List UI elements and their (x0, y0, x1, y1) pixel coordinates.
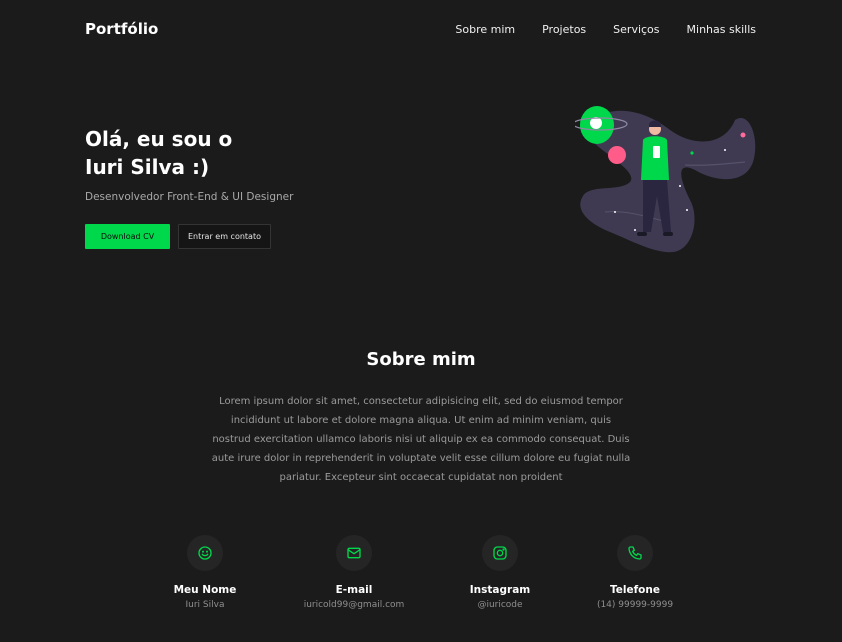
smile-icon (187, 535, 223, 571)
site-header: Portfólio Sobre mim Projetos Serviços Mi… (0, 0, 842, 60)
site-logo[interactable]: Portfólio (85, 20, 158, 38)
contact-name: Meu Nome Iuri Silva (135, 535, 275, 610)
about-text: Lorem ipsum dolor sit amet, consectetur … (211, 396, 631, 483)
contact-instagram: Instagram @iuricode (430, 535, 570, 610)
mail-icon[interactable] (336, 535, 372, 571)
contact-label: Instagram (469, 584, 531, 596)
main-nav: Sobre mim Projetos Serviços Minhas skill… (455, 23, 756, 36)
nav-link-servicos[interactable]: Serviços (613, 23, 659, 36)
contact-label: E-mail (335, 584, 373, 596)
contact-value: (14) 99999-9999 (596, 600, 674, 610)
astronaut-space-illustration (575, 106, 756, 253)
hero-subtitle: Desenvolvedor Front-End & UI Designer (85, 191, 294, 203)
hero-title-line1: Olá, eu sou o (85, 127, 233, 151)
nav-link-minhas-skills[interactable]: Minhas skills (687, 23, 756, 36)
contact-label: Meu Nome (173, 584, 237, 596)
contact-phone: Telefone (14) 99999-9999 (565, 535, 705, 610)
hero-title-line2: Iuri Silva :) (85, 155, 210, 179)
contact-value[interactable]: @iuricode (430, 600, 570, 610)
nav-link-projetos[interactable]: Projetos (542, 23, 586, 36)
about-section-title: Sobre mim (366, 349, 476, 370)
contact-label: Telefone (610, 584, 660, 596)
phone-icon[interactable] (617, 535, 653, 571)
instagram-icon[interactable] (482, 535, 518, 571)
download-cv-button[interactable]: Download CV (85, 224, 170, 249)
contact-email: E-mail iuricold99@gmail.com (284, 535, 424, 610)
contact-value[interactable]: iuricold99@gmail.com (284, 600, 424, 610)
contact-button[interactable]: Entrar em contato (178, 224, 271, 249)
nav-link-sobre-mim[interactable]: Sobre mim (455, 23, 515, 36)
hero-title: Olá, eu sou o Iuri Silva :) (85, 125, 232, 181)
contact-value: Iuri Silva (185, 600, 225, 610)
